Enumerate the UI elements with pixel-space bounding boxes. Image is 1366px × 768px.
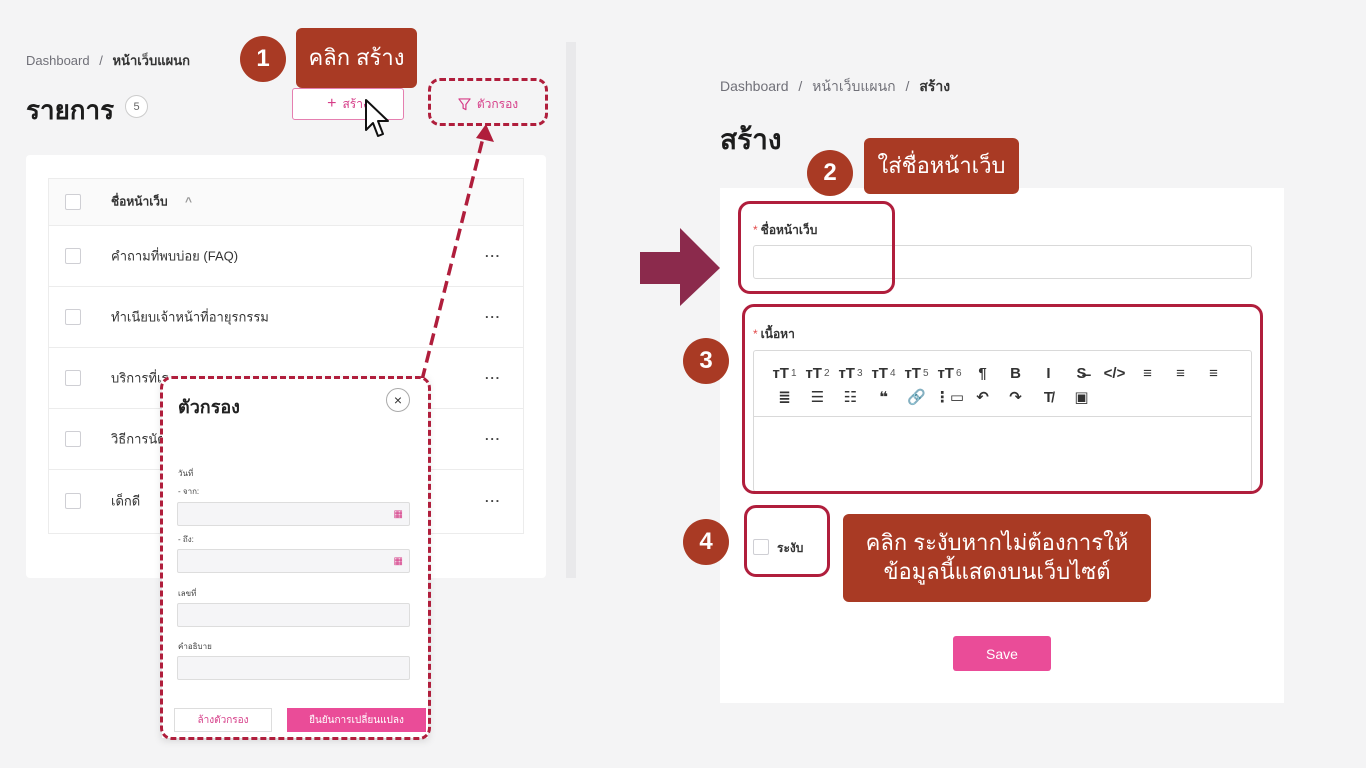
step-4-callout: คลิก ระงับหากไม่ต้องการให้ ข้อมูลนี้แสดง… (843, 514, 1151, 602)
row-name: คำถามที่พบบ่อย (FAQ) (111, 248, 239, 264)
breadcrumb-current: หน้าเว็บแผนก (112, 53, 190, 68)
breadcrumb-separator: / (798, 78, 803, 94)
page-title: สร้าง (720, 124, 782, 155)
step-4-badge: 4 (683, 519, 729, 565)
row-checkbox[interactable] (65, 492, 81, 509)
filter-modal-highlight (160, 376, 431, 740)
filter-button[interactable]: ตัวกรอง (438, 88, 538, 120)
step-2-badge: 2 (807, 150, 853, 196)
row-checkbox[interactable] (65, 309, 81, 325)
row-checkbox[interactable] (65, 370, 81, 386)
row-name: เด็กดี (111, 493, 141, 508)
connector-arrow (420, 124, 494, 381)
breadcrumb-separator: / (99, 53, 103, 68)
row-name: วิธีการนัด (111, 431, 166, 447)
step-2-callout: ใส่ชื่อหน้าเว็บ (864, 138, 1019, 194)
column-header-name[interactable]: ชื่อหน้าเว็บ ^ (111, 193, 192, 212)
step-1-callout: คลิก สร้าง (296, 28, 417, 88)
editor-highlight (742, 304, 1263, 494)
arrow-right-icon (640, 228, 720, 306)
breadcrumb: Dashboard / หน้าเว็บแผนก (26, 50, 190, 71)
row-checkbox[interactable] (65, 431, 81, 447)
more-menu-icon[interactable]: ··· (485, 432, 501, 447)
mouse-cursor-icon (365, 99, 389, 137)
step-4-callout-line2: ข้อมูลนี้แสดงบนเว็บไซต์ (883, 559, 1111, 584)
count-badge: 5 (125, 95, 148, 118)
step-3-badge: 3 (683, 338, 729, 384)
select-all-checkbox[interactable] (65, 194, 81, 210)
breadcrumb-home[interactable]: Dashboard (26, 53, 90, 68)
filter-icon (458, 97, 471, 110)
row-checkbox[interactable] (65, 248, 81, 264)
save-button[interactable]: Save (953, 636, 1051, 671)
breadcrumb-current: สร้าง (919, 78, 951, 94)
filter-button-label: ตัวกรอง (476, 96, 519, 111)
step-1-badge: 1 (240, 36, 286, 82)
breadcrumb-separator: / (905, 78, 910, 94)
breadcrumb-parent[interactable]: หน้าเว็บแผนก (812, 78, 895, 94)
sort-chevron-icon[interactable]: ^ (185, 195, 192, 209)
breadcrumb-home[interactable]: Dashboard (720, 78, 789, 94)
row-name: ทำเนียบเจ้าหน้าที่อายุรกรรม (111, 309, 269, 325)
page-name-highlight (738, 201, 895, 294)
step-4-callout-line1: คลิก ระงับหากไม่ต้องการให้ (865, 530, 1129, 556)
suspend-highlight (744, 505, 830, 577)
plus-icon: + (327, 95, 337, 112)
more-menu-icon[interactable]: ··· (485, 493, 501, 508)
page-title: รายการ (26, 95, 115, 125)
breadcrumb: Dashboard / หน้าเว็บแผนก / สร้าง (720, 76, 950, 98)
panel-divider (566, 42, 576, 578)
